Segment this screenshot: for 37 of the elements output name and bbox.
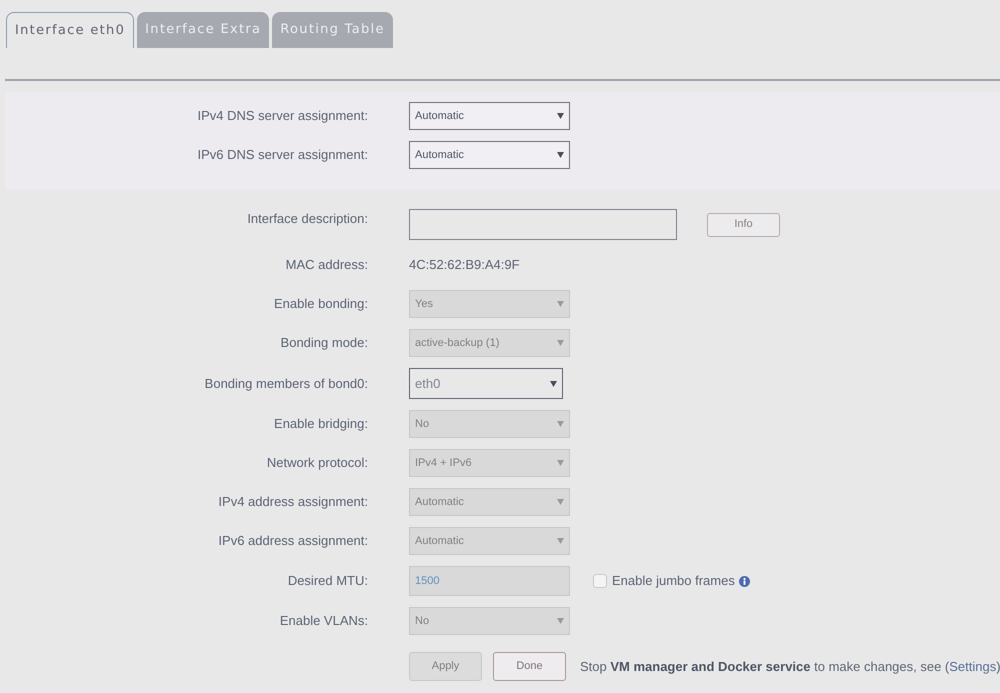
dropdown[interactable]: Automatic [409, 102, 570, 130]
checkbox-label: Enable jumbo frames [612, 572, 735, 590]
dropdown[interactable]: eth0 [409, 368, 563, 399]
field-label: Enable VLANs: [280, 612, 368, 630]
caret-icon [557, 618, 564, 624]
caret-icon [557, 340, 564, 346]
tab[interactable]: Interface eth0 [6, 12, 134, 48]
settings-link[interactable]: Settings [949, 658, 996, 674]
field-label: Desired MTU: [288, 572, 368, 590]
caret-icon [557, 538, 564, 544]
caret-icon [557, 152, 564, 158]
action-button[interactable]: Done [493, 652, 566, 681]
dropdown[interactable]: Automatic [409, 141, 570, 169]
caret-icon [557, 301, 564, 307]
mac-address-value: 4C:52:62:B9:A4:9F [409, 256, 520, 274]
field-label: Bonding members of bond0: [204, 374, 368, 393]
notice-text: Stop VM manager and Docker service to make changes, see (Settings) [580, 658, 1000, 676]
field-label: IPv4 DNS server assignment: [197, 107, 368, 126]
info-button[interactable]: Info [707, 212, 780, 236]
field-label: IPv6 address assignment: [218, 532, 368, 550]
caret-icon [550, 380, 557, 386]
text-input-field[interactable] [409, 209, 677, 240]
field-label: Network protocol: [266, 454, 368, 472]
tab[interactable]: Routing Table [272, 12, 393, 48]
field-label: Enable bridging: [274, 415, 368, 434]
tab[interactable]: Interface Extra [137, 12, 270, 48]
caret-icon [557, 421, 564, 427]
field-label: MAC address: [286, 256, 368, 274]
field-label: IPv6 DNS server assignment: [197, 146, 368, 164]
info-icon[interactable] [738, 576, 750, 586]
field-label: Enable bonding: [274, 295, 368, 314]
field-label: IPv4 address assignment: [218, 493, 368, 512]
field-label: Bonding mode: [280, 334, 368, 352]
caret-icon [557, 113, 564, 119]
caret-icon [557, 499, 564, 505]
caret-icon [557, 460, 564, 466]
field-label: Interface description: [247, 210, 368, 228]
